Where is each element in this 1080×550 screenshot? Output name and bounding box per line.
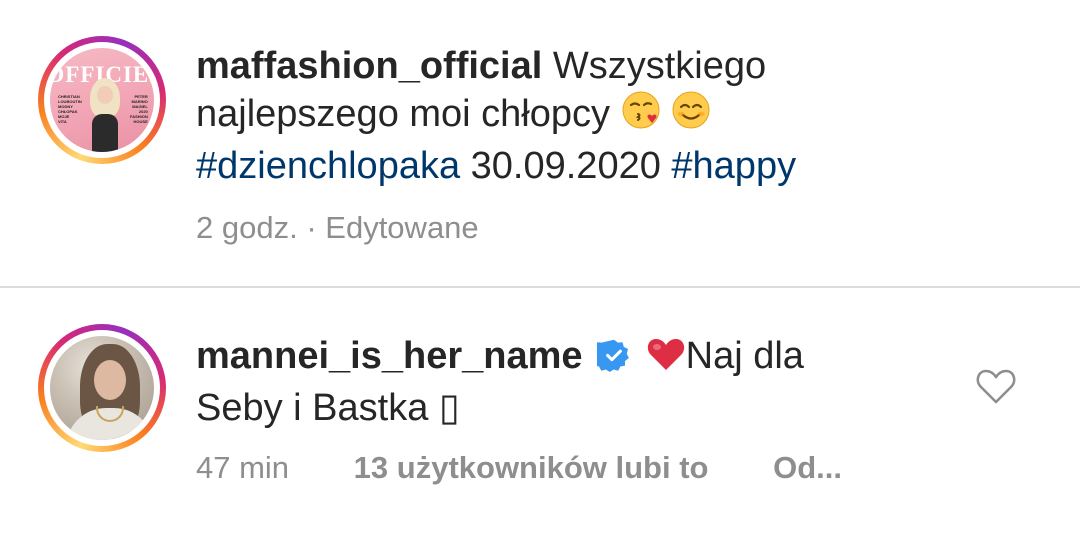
caption-text: maffashion_official Wszystkiego najlepsz… [196,42,1036,190]
commenter-username[interactable]: mannei_is_her_name [196,335,583,377]
hashtag-link[interactable]: #dzienchlopaka [196,145,460,187]
cover-text-line: HOUSE [133,119,148,124]
magazine-cover-right-text: PETER MARINO MAGIEL 2020 FASHION HOUSE [130,94,148,124]
likes-count-link[interactable]: 13 użytkowników lubi to [354,450,709,485]
kiss-emoji-icon [621,90,661,142]
red-heart-emoji-icon [646,336,686,384]
comment-line: Naj dla [685,335,804,377]
caption-date: 30.09.2020 [470,145,661,187]
caption-line: najlepszego moi chłopcy [196,93,611,135]
profile-photo [50,336,154,440]
post-author-avatar[interactable]: OFFICIEL CHRISTIAN LOUBOUTIN MODNY CHŁOP… [38,36,166,164]
like-heart-icon[interactable] [974,366,1018,406]
cover-text-line: VITA [58,119,67,124]
comment-text: mannei_is_her_name Naj dla Seby i Bastka… [196,332,936,432]
unsupported-glyph: ▯ [438,387,460,429]
post-author-username[interactable]: maffashion_official [196,45,542,87]
cover-model-figure [88,78,122,152]
verified-badge-icon [590,336,631,384]
magazine-cover-left-text: CHRISTIAN LOUBOUTIN MODNY CHŁOPAK MOJE V… [58,94,82,124]
post-caption: OFFICIEL CHRISTIAN LOUBOUTIN MODNY CHŁOP… [0,0,1080,286]
meta-separator: · [306,210,317,245]
smiling-emoji-icon [671,90,711,142]
comment-meta: 47 min 13 użytkowników lubi to Od... [196,450,896,486]
hashtag-link[interactable]: #happy [671,145,796,187]
magazine-cover-image: OFFICIEL CHRISTIAN LOUBOUTIN MODNY CHŁOP… [50,48,154,152]
commenter-avatar[interactable] [38,324,166,452]
caption-line: Wszystkiego [552,45,767,87]
reply-button[interactable]: Od... [773,450,842,485]
edited-label: Edytowane [325,210,479,245]
post-timestamp: 2 godz. [196,210,298,245]
comment-timestamp: 47 min [196,450,290,485]
post-meta: 2 godz. · Edytowane [196,210,479,246]
comment-line: Seby i Bastka [196,387,429,429]
comment-item: mannei_is_her_name Naj dla Seby i Bastka… [0,288,1080,550]
